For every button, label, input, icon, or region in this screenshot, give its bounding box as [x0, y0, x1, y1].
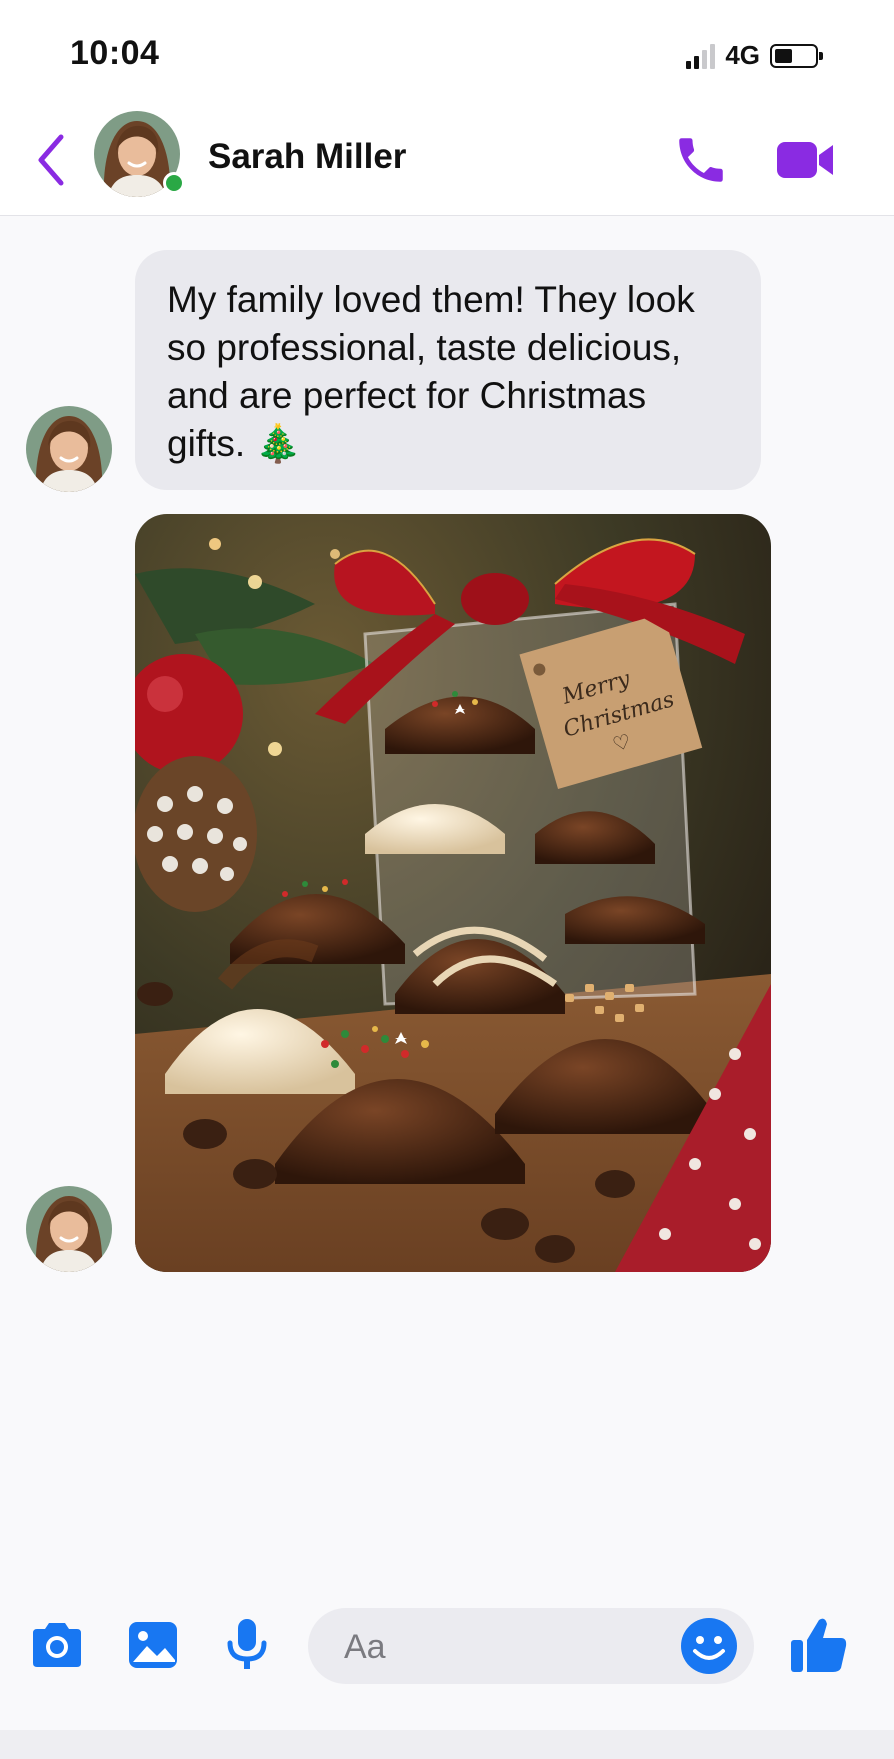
network-label: 4G	[725, 40, 760, 70]
message-input[interactable]: Aa	[308, 1608, 754, 1684]
sender-avatar[interactable]	[26, 406, 112, 492]
phone-icon	[679, 138, 723, 182]
status-time: 10:04	[70, 34, 160, 72]
smiley-icon[interactable]	[680, 1617, 738, 1675]
back-button[interactable]	[20, 127, 80, 193]
video-call-button[interactable]	[772, 125, 838, 195]
sender-avatar[interactable]	[26, 1186, 112, 1272]
voice-call-button[interactable]	[668, 125, 734, 195]
online-status-dot	[163, 172, 185, 194]
camera-button[interactable]	[24, 1612, 90, 1678]
thumbs-up-icon	[791, 1618, 847, 1672]
video-camera-icon	[777, 142, 833, 178]
chat-header: Sarah Miller	[0, 105, 894, 216]
microphone-button[interactable]	[214, 1612, 280, 1678]
signal-icon	[686, 43, 716, 69]
avatar-portrait	[26, 406, 112, 492]
avatar-portrait	[26, 1186, 112, 1272]
message-image[interactable]: Merry Christmas ♡	[135, 514, 771, 1272]
status-bar: 10:04 4G	[0, 0, 894, 105]
microphone-icon	[227, 1619, 267, 1669]
contact-name[interactable]: Sarah Miller	[208, 137, 406, 177]
like-button[interactable]	[786, 1612, 852, 1678]
chocolate-photo: Merry Christmas ♡	[135, 514, 771, 1272]
battery-icon	[770, 43, 823, 68]
message-bubble[interactable]: My family loved them! They look so profe…	[135, 250, 761, 490]
back-chevron-icon	[38, 134, 64, 186]
home-indicator-area	[0, 1730, 894, 1759]
gallery-icon	[129, 1622, 177, 1668]
gallery-button[interactable]	[120, 1612, 186, 1678]
battery-level	[775, 48, 793, 63]
status-indicators: 4G	[686, 40, 823, 71]
message-input-placeholder: Aa	[344, 1628, 386, 1666]
message-composer: Aa	[0, 1590, 894, 1720]
camera-icon	[33, 1623, 81, 1667]
